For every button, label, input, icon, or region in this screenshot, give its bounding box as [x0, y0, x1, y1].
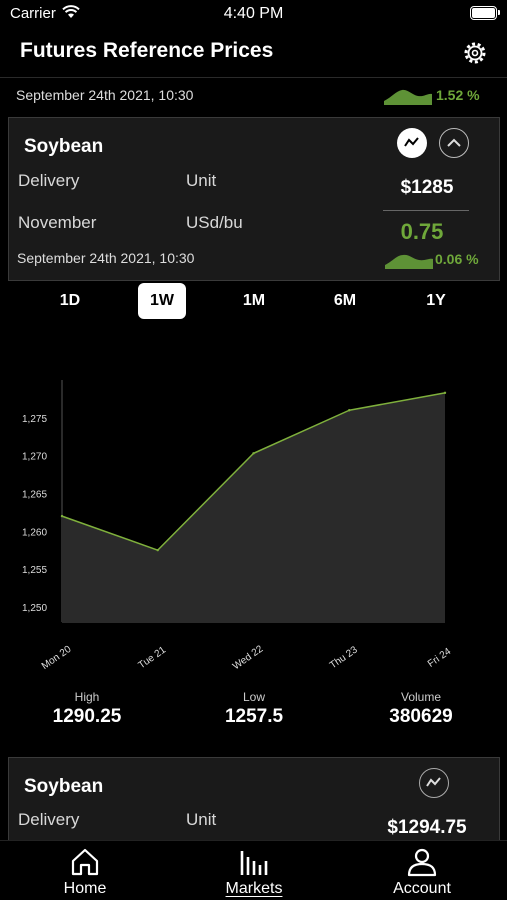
clock: 4:40 PM	[223, 5, 284, 22]
tab-account-label: Account	[393, 880, 451, 897]
chart-toggle-icon[interactable]	[397, 128, 427, 158]
stat-high-label: High	[74, 690, 100, 704]
price-point	[443, 391, 447, 395]
chart-toggle-icon[interactable]	[419, 768, 449, 798]
x-tick-label: Fri 24	[426, 646, 454, 670]
y-tick-label: 1,255	[22, 565, 47, 576]
card2-price-value: $1294.75	[387, 817, 467, 838]
period-1d[interactable]: 1D	[46, 283, 94, 319]
gear-icon[interactable]	[462, 40, 488, 66]
summary-change-pct: 1.52 %	[436, 87, 480, 103]
stat-low-label: Low	[242, 690, 265, 704]
card2-unit-label: Unit	[186, 810, 217, 829]
battery-icon	[470, 6, 500, 20]
period-6m[interactable]: 6M	[321, 283, 369, 319]
price-divider	[383, 210, 469, 211]
period-selector: 1D 1W 1M 6M 1Y	[0, 283, 507, 321]
stat-volume-value: 380629	[389, 706, 453, 727]
chevron-up-icon[interactable]	[439, 128, 469, 158]
x-tick-label: Mon 20	[40, 644, 74, 672]
stat-volume: Volume 380629	[351, 690, 491, 728]
summary-timestamp: September 24th 2021, 10:30	[16, 87, 194, 103]
period-1y[interactable]: 1Y	[412, 283, 460, 319]
stat-high: High 1290.25	[17, 690, 157, 728]
price-chart: 1,250 1,255 1,260 1,265 1,270 1,275 Mon 20 Tue …	[0, 360, 507, 690]
stat-low-value: 1257.5	[224, 706, 284, 727]
x-tick-label: Tue 21	[137, 644, 169, 671]
tab-bar: Home Markets Account	[0, 840, 507, 900]
card2-title: Soybean	[24, 776, 104, 797]
card-title: Soybean	[24, 136, 104, 157]
delivery-value: November	[18, 213, 97, 232]
stat-volume-label: Volume	[400, 690, 442, 704]
card-timestamp: September 24th 2021, 10:30	[17, 250, 195, 266]
x-tick-label: Thu 23	[328, 644, 360, 671]
mini-sparkline-icon	[384, 89, 432, 105]
commodity-card[interactable]: Soybean Delivery Unit November USd/bu $1…	[8, 117, 500, 281]
unit-label: Unit	[186, 171, 217, 190]
card-change-pct: 0.06 %	[435, 251, 479, 267]
tab-home[interactable]: Home	[25, 841, 145, 900]
tab-home-label: Home	[63, 880, 107, 897]
price-value: $1285	[400, 177, 454, 198]
y-tick-label: 1,270	[22, 452, 47, 463]
period-1w[interactable]: 1W	[138, 283, 186, 319]
stat-high-value: 1290.25	[52, 706, 122, 727]
y-tick-label: 1,265	[22, 489, 47, 500]
status-bar: Carrier 4:40 PM	[0, 0, 507, 30]
card2-delivery-label: Delivery	[18, 810, 80, 829]
mini-sparkline-icon	[385, 254, 433, 269]
x-tick-label: Wed 22	[231, 643, 266, 672]
tab-markets-label: Markets	[225, 880, 283, 897]
bar-chart-icon	[240, 851, 268, 875]
y-tick-label: 1,260	[22, 527, 47, 538]
unit-value: USd/bu	[186, 213, 243, 232]
stats-row: High 1290.25 Low 1257.5 Volume 380629	[0, 690, 507, 740]
person-icon	[407, 848, 437, 877]
price-point	[60, 514, 64, 518]
delivery-label: Delivery	[18, 171, 80, 190]
price-chart-svg: 1,250 1,255 1,260 1,265 1,270 1,275 Mon 20 Tue …	[22, 380, 454, 672]
y-tick-label: 1,275	[22, 414, 47, 425]
price-point	[348, 409, 351, 412]
period-1m[interactable]: 1M	[230, 283, 278, 319]
header: Futures Reference Prices	[0, 30, 507, 78]
y-tick-label: 1,250	[22, 603, 47, 614]
price-point	[156, 548, 159, 552]
tab-account[interactable]: Account	[362, 841, 482, 900]
tab-markets[interactable]: Markets	[194, 841, 314, 900]
price-point	[252, 452, 255, 455]
home-icon	[71, 848, 99, 876]
commodity-card-2[interactable]: Soybean Delivery Unit $1294.75	[8, 757, 500, 847]
stat-low: Low 1257.5	[184, 690, 324, 728]
change-value: 0.75	[400, 219, 444, 244]
page-title: Futures Reference Prices	[20, 39, 274, 62]
